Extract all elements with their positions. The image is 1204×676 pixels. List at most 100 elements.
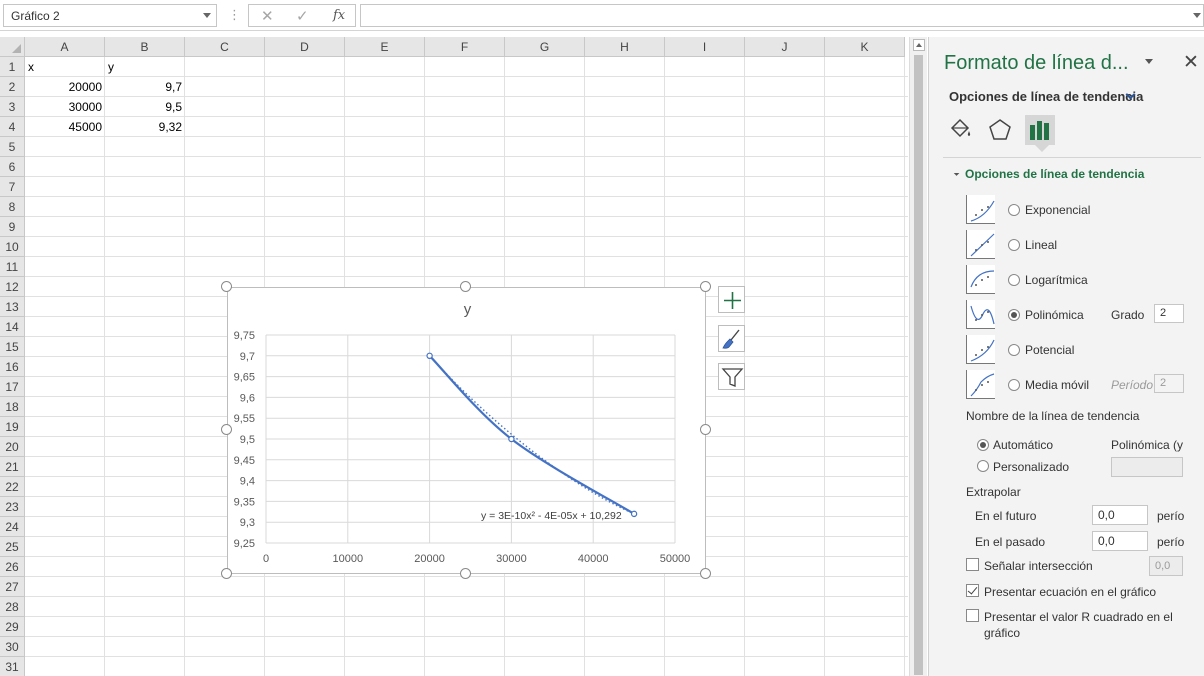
cell-b3[interactable]: 9,5 bbox=[105, 97, 185, 117]
more-dots-icon[interactable]: ⋮ bbox=[228, 7, 241, 23]
chart-handle-bottom-right[interactable] bbox=[700, 568, 711, 579]
name-box-dropdown-icon[interactable] bbox=[203, 13, 211, 18]
fill-line-tab[interactable] bbox=[945, 115, 975, 145]
row-header-24[interactable]: 24 bbox=[0, 517, 25, 537]
enter-icon[interactable]: ✓ bbox=[296, 7, 309, 25]
column-header-f[interactable]: F bbox=[425, 37, 505, 57]
row-header-30[interactable]: 30 bbox=[0, 637, 25, 657]
show-equation-label[interactable]: Presentar ecuación en el gráfico bbox=[984, 585, 1156, 599]
row-header-1[interactable]: 1 bbox=[0, 57, 25, 77]
row-header-27[interactable]: 27 bbox=[0, 577, 25, 597]
row-header-28[interactable]: 28 bbox=[0, 597, 25, 617]
cell-a3[interactable]: 30000 bbox=[25, 97, 105, 117]
automatic-label[interactable]: Automático bbox=[993, 438, 1053, 452]
close-icon[interactable]: ✕ bbox=[1183, 51, 1199, 74]
scroll-up-icon[interactable] bbox=[913, 39, 925, 51]
show-r-squared-checkbox[interactable] bbox=[966, 609, 979, 622]
chart-handle-left[interactable] bbox=[221, 424, 232, 435]
collapse-section-icon[interactable] bbox=[951, 168, 960, 176]
row-header-8[interactable]: 8 bbox=[0, 197, 25, 217]
row-header-22[interactable]: 22 bbox=[0, 477, 25, 497]
trendline-option-5[interactable]: Media móvil Período 2 bbox=[966, 370, 1202, 402]
column-header-i[interactable]: I bbox=[665, 37, 745, 57]
row-header-12[interactable]: 12 bbox=[0, 277, 25, 297]
cell-b2[interactable]: 9,7 bbox=[105, 77, 185, 97]
chart-styles-button[interactable] bbox=[718, 325, 745, 352]
chart[interactable]: y 9,75 9,7 9,65 9,6 9,55 9,5 9,45 9,4 9,35 9,3 9,2… bbox=[227, 287, 706, 574]
cancel-icon[interactable]: ✕ bbox=[261, 7, 274, 25]
trendline-type-label[interactable]: Potencial bbox=[1025, 343, 1074, 357]
row-header-31[interactable]: 31 bbox=[0, 657, 25, 676]
trendline-type-label[interactable]: Lineal bbox=[1025, 238, 1057, 252]
expand-formula-icon[interactable] bbox=[1193, 13, 1201, 18]
select-all-button[interactable] bbox=[0, 37, 25, 57]
intercept-label[interactable]: Señalar intersección bbox=[984, 559, 1093, 573]
formula-input[interactable] bbox=[360, 4, 1204, 27]
row-header-3[interactable]: 3 bbox=[0, 97, 25, 117]
row-header-15[interactable]: 15 bbox=[0, 337, 25, 357]
cell-b1[interactable]: y bbox=[105, 57, 185, 77]
row-header-18[interactable]: 18 bbox=[0, 397, 25, 417]
show-r-squared-label[interactable]: Presentar el valor R cuadrado en el bbox=[984, 610, 1173, 624]
show-r-squared-label-2[interactable]: gráfico bbox=[984, 626, 1020, 640]
pane-subtitle[interactable]: Opciones de línea de tendencia bbox=[949, 89, 1143, 104]
cell-a4[interactable]: 45000 bbox=[25, 117, 105, 137]
row-header-10[interactable]: 10 bbox=[0, 237, 25, 257]
column-header-d[interactable]: D bbox=[265, 37, 345, 57]
chart-handle-bottom[interactable] bbox=[460, 568, 471, 579]
row-header-6[interactable]: 6 bbox=[0, 157, 25, 177]
custom-radio[interactable] bbox=[977, 460, 989, 472]
row-header-20[interactable]: 20 bbox=[0, 437, 25, 457]
chart-handle-bottom-left[interactable] bbox=[221, 568, 232, 579]
column-header-g[interactable]: G bbox=[505, 37, 585, 57]
cell-b4[interactable]: 9,32 bbox=[105, 117, 185, 137]
section-heading[interactable]: Opciones de línea de tendencia bbox=[965, 167, 1144, 181]
automatic-radio[interactable] bbox=[977, 439, 989, 451]
row-header-25[interactable]: 25 bbox=[0, 537, 25, 557]
insert-function-icon[interactable]: fx bbox=[333, 8, 345, 23]
row-header-19[interactable]: 19 bbox=[0, 417, 25, 437]
custom-name-input[interactable] bbox=[1111, 457, 1183, 477]
trendline-type-label[interactable]: Media móvil bbox=[1025, 378, 1089, 392]
trendline-option-1[interactable]: Lineal bbox=[966, 230, 1202, 262]
trendline-option-3[interactable]: Polinómica Grado 2 bbox=[966, 300, 1202, 332]
row-header-4[interactable]: 4 bbox=[0, 117, 25, 137]
backward-input[interactable]: 0,0 bbox=[1092, 531, 1148, 551]
forward-input[interactable]: 0,0 bbox=[1092, 505, 1148, 525]
trendline-type-radio[interactable] bbox=[1008, 274, 1020, 286]
row-header-5[interactable]: 5 bbox=[0, 137, 25, 157]
trendline-option-2[interactable]: Logarítmica bbox=[966, 265, 1202, 297]
trendline-type-radio[interactable] bbox=[1008, 309, 1020, 321]
trendline-options-tab[interactable] bbox=[1025, 115, 1055, 145]
column-header-e[interactable]: E bbox=[345, 37, 425, 57]
scroll-thumb[interactable] bbox=[914, 55, 923, 675]
row-header-21[interactable]: 21 bbox=[0, 457, 25, 477]
chart-handle-top-left[interactable] bbox=[221, 281, 232, 292]
chart-handle-top[interactable] bbox=[460, 281, 471, 292]
trendline-param-input[interactable]: 2 bbox=[1154, 304, 1184, 323]
cell-a2[interactable]: 20000 bbox=[25, 77, 105, 97]
chart-handle-right[interactable] bbox=[700, 424, 711, 435]
row-header-11[interactable]: 11 bbox=[0, 257, 25, 277]
cell-a1[interactable]: x bbox=[25, 57, 105, 77]
trendline-type-radio[interactable] bbox=[1008, 379, 1020, 391]
row-header-2[interactable]: 2 bbox=[0, 77, 25, 97]
row-header-23[interactable]: 23 bbox=[0, 497, 25, 517]
intercept-input[interactable]: 0,0 bbox=[1149, 556, 1183, 576]
row-header-16[interactable]: 16 bbox=[0, 357, 25, 377]
vertical-scrollbar[interactable] bbox=[909, 37, 927, 676]
column-header-h[interactable]: H bbox=[585, 37, 665, 57]
trendline-type-label[interactable]: Exponencial bbox=[1025, 203, 1090, 217]
trendline-type-label[interactable]: Polinómica bbox=[1025, 308, 1084, 322]
trendline-param-input[interactable]: 2 bbox=[1154, 374, 1184, 393]
chart-plot[interactable]: 9,75 9,7 9,65 9,6 9,55 9,5 9,45 9,4 9,35 9,3 9,25 0… bbox=[228, 288, 707, 575]
chart-elements-button[interactable] bbox=[718, 286, 745, 313]
row-header-9[interactable]: 9 bbox=[0, 217, 25, 237]
trendline-type-radio[interactable] bbox=[1008, 344, 1020, 356]
column-header-j[interactable]: J bbox=[745, 37, 825, 57]
trendline-option-4[interactable]: Potencial bbox=[966, 335, 1202, 367]
name-box[interactable]: Gráfico 2 bbox=[3, 4, 217, 27]
column-header-b[interactable]: B bbox=[105, 37, 185, 57]
show-equation-checkbox[interactable] bbox=[966, 584, 979, 597]
column-header-a[interactable]: A bbox=[25, 37, 105, 57]
